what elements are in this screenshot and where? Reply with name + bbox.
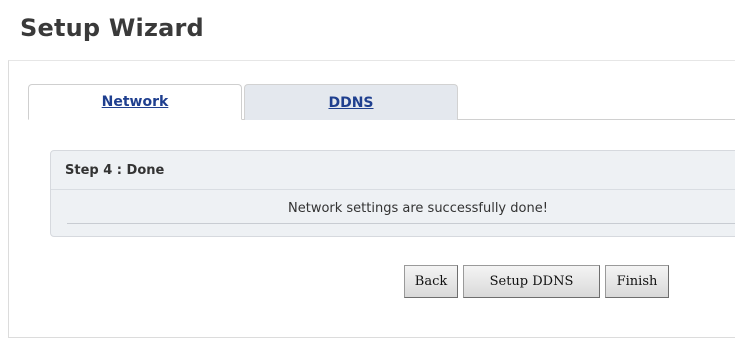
page-title: Setup Wizard <box>20 14 204 42</box>
step-divider <box>51 189 735 190</box>
tab-network[interactable]: Network <box>28 84 242 120</box>
step-divider-bottom <box>67 223 735 224</box>
tab-ddns[interactable]: DDNS <box>244 84 458 120</box>
step-panel: Step 4 : Done Network settings are succe… <box>50 150 735 237</box>
step-title: Step 4 : Done <box>65 163 165 178</box>
status-message: Network settings are successfully done! <box>288 201 548 216</box>
setup-ddns-button[interactable]: Setup DDNS <box>463 265 600 298</box>
finish-button[interactable]: Finish <box>605 265 669 298</box>
back-button[interactable]: Back <box>404 265 458 298</box>
